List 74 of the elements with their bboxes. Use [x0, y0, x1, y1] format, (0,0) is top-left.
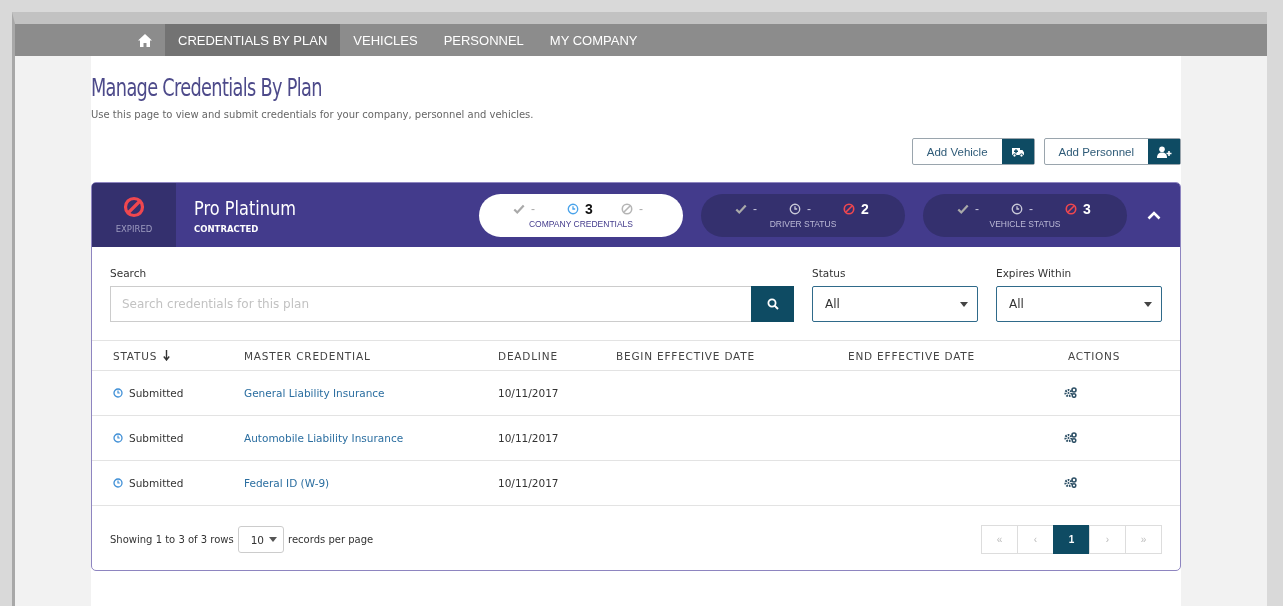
stat-count: -: [1029, 202, 1034, 216]
check-icon: [957, 203, 969, 215]
sort-arrow-icon[interactable]: [163, 350, 171, 361]
deadline-cell: 10/11/2017: [498, 387, 559, 399]
search-button[interactable]: [751, 286, 794, 322]
clock-icon: [1011, 203, 1023, 215]
search-field[interactable]: Search credentials for this plan: [110, 286, 751, 322]
gears-icon[interactable]: [1064, 476, 1077, 488]
credential-link[interactable]: Automobile Liability Insurance: [244, 432, 404, 444]
page-size-dropdown[interactable]: 10: [237, 526, 285, 553]
expires-dropdown[interactable]: All: [996, 286, 1162, 322]
status-tab[interactable]: - 3 - COMPANY CREDENTIALS: [479, 193, 683, 237]
clock-icon: [113, 387, 123, 398]
ban-icon: [621, 203, 633, 215]
add-vehicle-button[interactable]: Add Vehicle: [911, 138, 1035, 165]
check-icon: [735, 203, 747, 215]
ambulance-icon: [1010, 145, 1025, 158]
contract-status: CONTRACTED: [194, 223, 260, 234]
nav-tab[interactable]: CREDENTIALS BY PLAN: [165, 24, 341, 56]
caret-icon: [269, 537, 278, 542]
deadline-cell: 10/11/2017: [498, 477, 559, 489]
stat-count: 3: [1083, 201, 1092, 217]
status-text: Submitted: [129, 431, 184, 444]
column-header: DEADLINE: [498, 349, 558, 362]
nav-tab[interactable]: MY COMPANY: [536, 24, 651, 56]
stat-count: 3: [585, 201, 594, 217]
home-icon: [138, 33, 152, 47]
page-description: Use this page to view and submit credentials for your company, personnel and vehicles.: [91, 109, 535, 120]
credential-link[interactable]: General Liability Insurance: [244, 387, 385, 399]
user-plus-icon: [1156, 145, 1172, 158]
stat-count: -: [531, 202, 536, 216]
search-label: Search: [110, 267, 148, 279]
page-size-label: records per page: [288, 534, 374, 545]
status-tab[interactable]: - - 3 VEHICLE STATUS: [923, 193, 1127, 237]
status-dropdown[interactable]: All: [812, 286, 978, 322]
stat-count: 2: [861, 201, 870, 217]
column-header: END EFFECTIVE DATE: [848, 349, 975, 362]
gears-icon[interactable]: [1064, 431, 1077, 443]
column-header: MASTER CREDENTIAL: [244, 349, 371, 362]
credential-link[interactable]: Federal ID (W-9): [244, 477, 330, 489]
add-personnel-button[interactable]: Add Personnel: [1043, 138, 1181, 165]
column-header: ACTIONS: [1068, 349, 1121, 362]
plan-name: Pro Platinum: [194, 196, 296, 219]
clock-icon: [789, 203, 801, 215]
status-tab[interactable]: - - 2 DRIVER STATUS: [701, 193, 905, 237]
stat-count: -: [807, 202, 812, 216]
ban-icon: [123, 196, 145, 218]
clock-icon: [113, 477, 123, 488]
deadline-cell: 10/11/2017: [498, 432, 559, 444]
page-title: Manage Credentials By Plan: [91, 74, 323, 102]
stat-count: -: [975, 202, 980, 216]
check-icon: [513, 203, 525, 215]
ban-icon: [1065, 203, 1077, 215]
stat-count: -: [753, 202, 758, 216]
clock-icon: [113, 432, 123, 443]
chevron-up-icon: [1147, 210, 1161, 220]
expires-label: Expires Within: [996, 267, 1073, 279]
ban-icon: [843, 203, 855, 215]
plan-status: EXPIRED: [115, 224, 153, 234]
gears-icon[interactable]: [1064, 386, 1077, 398]
status-label: Status: [812, 267, 847, 279]
clock-icon: [567, 203, 579, 215]
column-header: BEGIN EFFECTIVE DATE: [616, 349, 755, 362]
search-icon: [766, 298, 779, 310]
status-text: Submitted: [129, 476, 184, 489]
stat-count: -: [639, 202, 644, 216]
nav-tab[interactable]: VEHICLES: [340, 24, 431, 56]
nav-tab[interactable]: PERSONNEL: [430, 24, 537, 56]
caret-icon: [1144, 301, 1152, 307]
rows-summary: Showing 1 to 3 of 3 rows: [110, 534, 234, 545]
column-header[interactable]: STATUS: [113, 349, 158, 362]
status-text: Submitted: [129, 386, 184, 399]
page-button[interactable]: 1: [1053, 525, 1090, 554]
caret-icon: [960, 301, 968, 307]
